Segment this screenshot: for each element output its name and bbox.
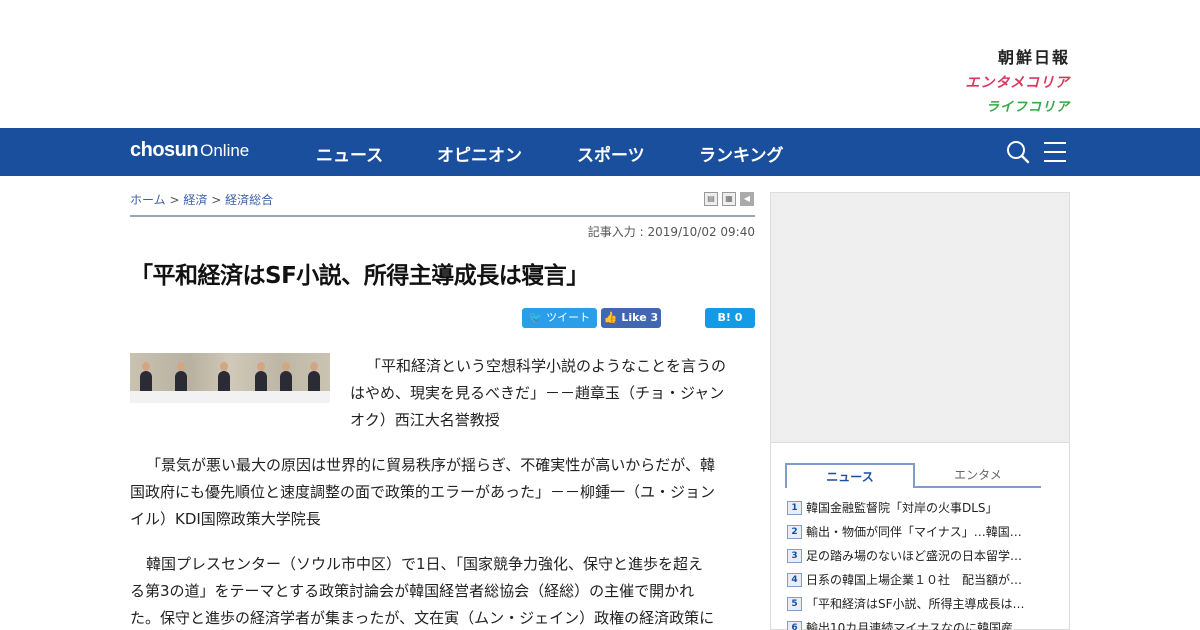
ranking-item-2[interactable]: 2 輸出・物価が同伴「マイナス」…韓国… xyxy=(787,523,1062,543)
rank-number: 4 xyxy=(787,572,802,587)
ranking-title: 「平和経済はSF小説、所得主導成長は… xyxy=(806,597,1025,611)
photo-person xyxy=(175,362,187,393)
article-date: 記事入力 : 2019/10/02 09:40 xyxy=(587,225,755,239)
ranking-item-4[interactable]: 4 日系の韓国上場企業１０社 配当額が… xyxy=(787,571,1062,591)
tab-entame[interactable]: エンタメ xyxy=(915,463,1041,488)
article-lead-line-3: オク）西江大名誉教授 xyxy=(350,411,500,429)
article-lead-line-1: 「平和経済という空想科学小説のようなことを言うの xyxy=(366,357,727,375)
site-logo[interactable]: chosun Online xyxy=(130,139,249,162)
breadcrumb-subcategory[interactable]: 経済総合 xyxy=(225,193,273,207)
text-view-icon[interactable]: ▦ xyxy=(722,192,736,206)
rank-number: 6 xyxy=(787,620,802,630)
photo-person xyxy=(280,362,292,393)
breadcrumb-home[interactable]: ホーム xyxy=(130,193,166,207)
hatena-bookmark-button[interactable]: B! 0 xyxy=(705,308,755,328)
thumbs-up-icon: 👍 xyxy=(603,311,618,324)
article-tools: ▤ ▦ ◀ xyxy=(704,192,754,206)
entame-korea-link[interactable]: エンタメコリア xyxy=(965,72,1070,92)
ranking-title: 韓国金融監督院「対岸の火事DLS」 xyxy=(806,501,998,515)
photo-person xyxy=(308,362,320,393)
breadcrumb: ホーム > 経済 > 経済総合 xyxy=(130,191,273,208)
rank-number: 2 xyxy=(787,524,802,539)
tweet-button[interactable]: 🐦 ツイート xyxy=(522,308,597,328)
search-icon[interactable] xyxy=(1006,140,1030,164)
ranking-item-1[interactable]: 1 韓国金融監督院「対岸の火事DLS」 xyxy=(787,499,1062,519)
rank-number: 3 xyxy=(787,548,802,563)
life-korea-link[interactable]: ライフコリア xyxy=(965,96,1070,115)
nav-item-news[interactable]: ニュース xyxy=(316,141,383,166)
breadcrumb-separator: > xyxy=(211,193,222,207)
rank-number: 5 xyxy=(787,596,802,611)
nav-item-opinion[interactable]: オピニオン xyxy=(437,141,522,166)
photo-person xyxy=(140,362,152,393)
ranking-item-5[interactable]: 5 「平和経済はSF小説、所得主導成長は… xyxy=(787,595,1062,615)
header-divider xyxy=(130,215,755,217)
breadcrumb-separator: > xyxy=(169,193,180,207)
ranking-title: 輸出10カ月連続マイナスなのに韓国産… xyxy=(806,621,1026,630)
rank-number: 1 xyxy=(787,500,802,515)
main-navbar: chosun Online ニュース オピニオン スポーツ ランキング xyxy=(0,128,1200,176)
ranking-item-6[interactable]: 6 輸出10カ月連続マイナスなのに韓国産… xyxy=(787,619,1062,630)
logo-sub-text: Online xyxy=(200,141,250,160)
article-paragraph-2-line-2: 国政府にも優先順位と速度調整の面で政策的エラーがあった」－－柳鍾一（ユ・ジョン xyxy=(130,483,716,501)
facebook-like-button[interactable]: 👍 Like 3 xyxy=(601,308,661,328)
article-paragraph-3-line-2: る第3の道」をテーマとする政策討論会が韓国経営者総協会（経総）の主催で開かれ xyxy=(130,582,695,600)
print-icon[interactable]: ▤ xyxy=(704,192,718,206)
chosun-ilbo-link[interactable]: 朝鮮日報 xyxy=(965,44,1070,68)
sidebar-ad-space xyxy=(770,192,1070,443)
brand-links: 朝鮮日報 エンタメコリア ライフコリア xyxy=(965,44,1070,115)
ranking-title: 日系の韓国上場企業１０社 配当額が… xyxy=(806,573,1023,587)
article-photo[interactable] xyxy=(130,353,330,403)
article-paragraph-2-line-3: イル）KDI国際政策大学院長 xyxy=(130,510,321,528)
hamburger-menu-icon[interactable] xyxy=(1043,140,1067,164)
ranking-title: 輸出・物価が同伴「マイナス」…韓国… xyxy=(806,525,1022,539)
header-top: 朝鮮日報 エンタメコリア ライフコリア xyxy=(0,0,1200,128)
tab-news[interactable]: ニュース xyxy=(785,463,915,488)
breadcrumb-category[interactable]: 経済 xyxy=(183,193,207,207)
nav-item-sports[interactable]: スポーツ xyxy=(577,141,645,166)
logo-main-text: chosun xyxy=(130,139,199,161)
twitter-icon: 🐦 xyxy=(528,311,543,324)
back-arrow-icon[interactable]: ◀ xyxy=(740,192,754,206)
like-label: Like 3 xyxy=(621,311,659,324)
ranking-title: 足の踏み場のないほど盛況の日本留学… xyxy=(806,549,1023,563)
photo-person xyxy=(255,362,267,393)
tweet-label: ツイート xyxy=(546,311,591,324)
article-paragraph-3-line-3: た。保守と進歩の経済学者が集まったが、文在寅（ムン・ジェイン）政権の経済政策に xyxy=(130,609,715,627)
article-title: 「平和経済はSF小説、所得主導成長は寝言」 xyxy=(130,263,589,289)
photo-person xyxy=(218,362,230,393)
ranking-item-3[interactable]: 3 足の踏み場のないほど盛況の日本留学… xyxy=(787,547,1062,567)
nav-item-ranking[interactable]: ランキング xyxy=(699,141,784,166)
article-lead-line-2: はやめ、現実を見るべきだ」－－趙章玉（チョ・ジャン xyxy=(350,384,725,402)
article-paragraph-2-line-1: 「景気が悪い最大の原因は世界的に貿易秩序が揺らぎ、不確実性が高いからだが、韓 xyxy=(146,456,715,474)
article-paragraph-3-line-1: 韓国プレスセンター（ソウル市中区）で1日、「国家競争力強化、保守と進歩を超え xyxy=(146,555,704,573)
photo-table xyxy=(130,391,330,403)
